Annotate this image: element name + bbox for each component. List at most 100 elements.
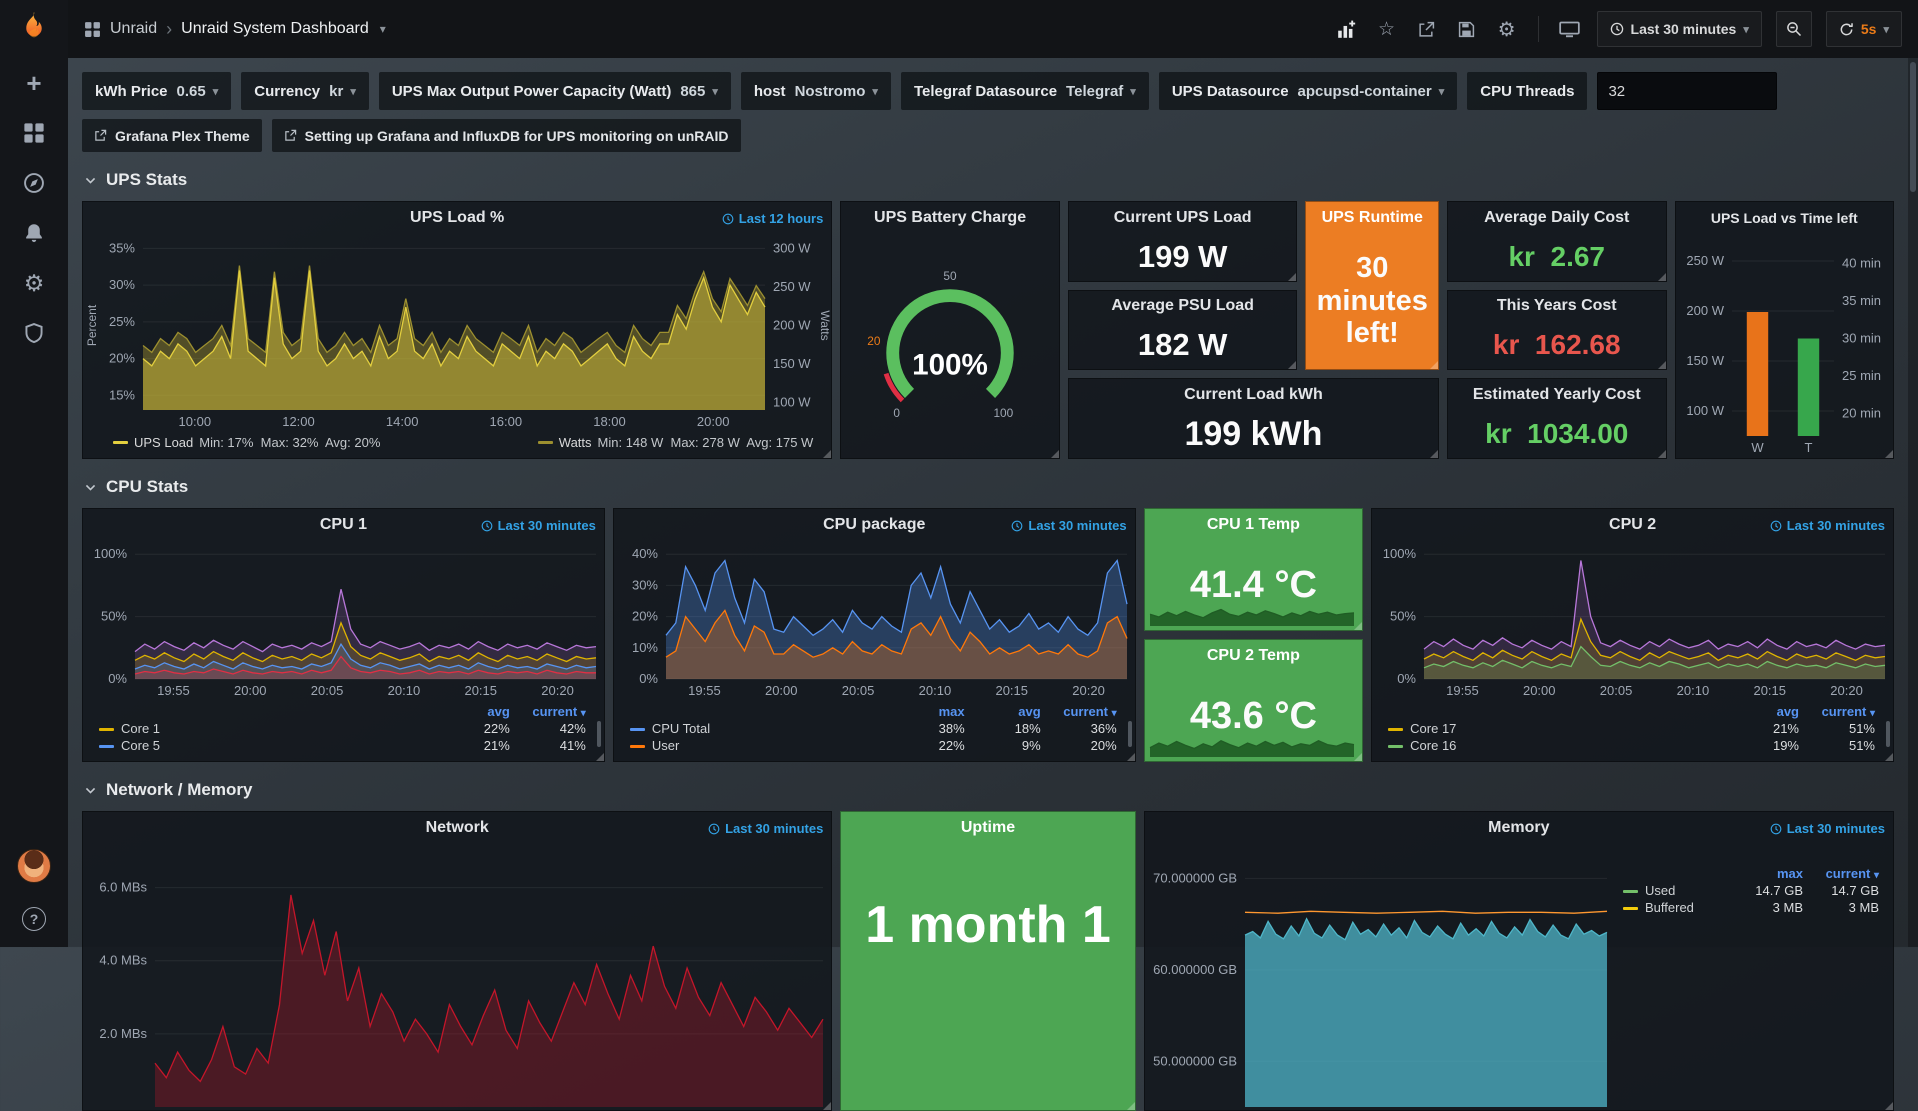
scrollbar-thumb[interactable] <box>1910 62 1916 192</box>
dashboard-settings-button[interactable]: ⚙ <box>1494 16 1520 42</box>
legend-series-toggle[interactable]: Core 1 <box>95 720 438 737</box>
panel-title[interactable]: Uptime <box>961 819 1015 837</box>
panel-title[interactable]: UPS Runtime <box>1322 209 1423 227</box>
panel-title[interactable]: CPU 2 <box>1609 516 1656 534</box>
panel-resize-handle[interactable] <box>1127 1102 1135 1110</box>
variable-value-dropdown[interactable]: kr▾ <box>329 83 356 100</box>
panel-resize-handle[interactable] <box>1051 450 1059 458</box>
panel-time-override[interactable]: Last 30 minutes <box>1770 518 1885 533</box>
panel-title[interactable]: UPS Battery Charge <box>874 209 1026 227</box>
panel-resize-handle[interactable] <box>1658 450 1666 458</box>
panel-resize-handle[interactable] <box>1658 361 1666 369</box>
panel-resize-handle[interactable] <box>823 450 831 458</box>
panel-title[interactable]: UPS Load vs Time left <box>1711 210 1858 226</box>
panel-title[interactable]: Current Load kWh <box>1184 386 1323 404</box>
panel-title[interactable]: Average Daily Cost <box>1484 209 1629 227</box>
panel-title[interactable]: CPU 1 <box>320 516 367 534</box>
panel-title[interactable]: Current UPS Load <box>1114 209 1252 227</box>
panel-resize-handle[interactable] <box>1354 753 1362 761</box>
legend-series-toggle[interactable]: CPU Total <box>626 720 893 737</box>
panel-title[interactable]: CPU 1 Temp <box>1207 516 1300 534</box>
panel-title[interactable]: UPS Load % <box>410 209 504 227</box>
grafana-logo[interactable] <box>0 0 68 58</box>
legend-series-toggle[interactable]: Core 17 <box>1384 720 1727 737</box>
panel-time-override[interactable]: Last 30 minutes <box>708 821 823 836</box>
cycle-view-button[interactable] <box>1557 16 1583 42</box>
row-header-network-memory[interactable]: Network / Memory <box>84 776 1894 804</box>
memory-chart[interactable]: 50.000000 GB60.000000 GB70.000000 GB <box>1145 843 1615 1110</box>
legend-scrollbar[interactable] <box>1128 721 1132 747</box>
sidebar-user-avatar[interactable] <box>0 841 68 891</box>
sidebar-item-configuration[interactable]: ⚙ <box>0 258 68 308</box>
panel-resize-handle[interactable] <box>823 1102 831 1110</box>
variable-value-dropdown[interactable]: 865▾ <box>680 83 718 100</box>
panel-resize-handle[interactable] <box>1288 273 1296 281</box>
legend-col-current[interactable]: current ▾ <box>1045 703 1121 720</box>
panel-time-override[interactable]: Last 30 minutes <box>1770 821 1885 836</box>
panel-time-override[interactable]: Last 30 minutes <box>481 518 596 533</box>
legend-col-avg[interactable]: avg <box>1727 703 1803 720</box>
panel-resize-handle[interactable] <box>1354 622 1362 630</box>
legend-col-avg[interactable]: avg <box>438 703 514 720</box>
panel-resize-handle[interactable] <box>1658 273 1666 281</box>
page-scrollbar[interactable] <box>1908 58 1918 947</box>
panel-title[interactable]: CPU package <box>823 516 925 534</box>
panel-resize-handle[interactable] <box>1885 753 1893 761</box>
breadcrumb-dashboard-title[interactable]: Unraid System Dashboard <box>181 20 369 38</box>
panel-title[interactable]: Estimated Yearly Cost <box>1473 386 1641 404</box>
cpu2-chart[interactable]: 0%50%100%19:5520:0020:0520:1020:1520:20 <box>1372 540 1893 701</box>
variable-value-dropdown[interactable]: Telegraf▾ <box>1066 83 1136 100</box>
star-button[interactable]: ☆ <box>1374 16 1400 42</box>
sidebar-item-dashboards[interactable] <box>0 108 68 158</box>
row-header-ups-stats[interactable]: UPS Stats <box>84 166 1894 194</box>
panel-resize-handle[interactable] <box>1430 450 1438 458</box>
zoom-out-button[interactable] <box>1776 11 1812 47</box>
dashboard-link-ups-guide[interactable]: Setting up Grafana and InfluxDB for UPS … <box>272 119 741 152</box>
legend-col-current[interactable]: current ▾ <box>1807 865 1883 882</box>
legend-col-current[interactable]: current ▾ <box>1803 703 1879 720</box>
panel-resize-handle[interactable] <box>1885 450 1893 458</box>
legend-series-toggle[interactable]: Buffered <box>1619 899 1731 916</box>
sidebar-item-create[interactable]: + <box>0 58 68 108</box>
variable-value-dropdown[interactable]: 0.65▾ <box>177 83 219 100</box>
ups-bar-chart[interactable]: 100 W150 W200 W250 W20 min25 min30 min35… <box>1676 233 1894 458</box>
legend-col-current[interactable]: current ▾ <box>514 703 590 720</box>
legend-col-avg[interactable]: avg <box>969 703 1045 720</box>
variable-value-dropdown[interactable]: apcupsd-container▾ <box>1298 83 1445 100</box>
row-header-cpu-stats[interactable]: CPU Stats <box>84 473 1894 501</box>
time-range-picker[interactable]: Last 30 minutes ▾ <box>1597 11 1762 47</box>
sidebar-item-alerting[interactable] <box>0 208 68 258</box>
dashboard-link-plex-theme[interactable]: Grafana Plex Theme <box>82 119 262 152</box>
share-button[interactable] <box>1414 16 1440 42</box>
panel-title[interactable]: Average PSU Load <box>1111 297 1254 315</box>
legend-col-max[interactable]: max <box>1731 865 1807 882</box>
legend-series-toggle[interactable]: Watts Min: 148 W Max: 278 W Avg: 175 W <box>538 435 814 450</box>
breadcrumb-section[interactable]: Unraid <box>110 20 157 38</box>
cpu1-chart[interactable]: 0%50%100%19:5520:0020:0520:1020:1520:20 <box>83 540 604 701</box>
panel-time-override[interactable]: Last 12 hours <box>722 211 824 226</box>
legend-series-toggle[interactable]: Core 16 <box>1384 737 1727 754</box>
legend-series-toggle[interactable]: Core 5 <box>95 737 438 754</box>
panel-resize-handle[interactable] <box>1127 753 1135 761</box>
legend-scrollbar[interactable] <box>1886 721 1890 747</box>
panel-title[interactable]: CPU 2 Temp <box>1207 647 1300 665</box>
caret-down-icon[interactable]: ▾ <box>380 22 386 36</box>
ups-load-chart[interactable]: 15%20%25%30%35%100 W150 W200 W250 W300 W… <box>83 233 831 432</box>
cpu-package-chart[interactable]: 0%10%20%30%40%19:5520:0020:0520:1020:152… <box>614 540 1135 701</box>
sidebar-item-explore[interactable] <box>0 158 68 208</box>
panel-resize-handle[interactable] <box>1885 1102 1893 1110</box>
variable-value-dropdown[interactable]: Nostromo▾ <box>795 83 878 100</box>
legend-col-max[interactable]: max <box>893 703 969 720</box>
panel-title[interactable]: Memory <box>1488 819 1549 837</box>
panel-title[interactable]: This Years Cost <box>1497 297 1617 315</box>
legend-series-toggle[interactable]: UPS Load Min: 17% Max: 32% Avg: 20% <box>113 435 380 450</box>
sidebar-item-server-admin[interactable] <box>0 308 68 358</box>
panel-resize-handle[interactable] <box>1288 361 1296 369</box>
add-panel-button[interactable] <box>1334 16 1360 42</box>
legend-series-toggle[interactable]: User <box>626 737 893 754</box>
panel-time-override[interactable]: Last 30 minutes <box>1011 518 1126 533</box>
cpu-threads-input[interactable] <box>1597 72 1777 110</box>
panel-title[interactable]: Network <box>426 819 489 837</box>
network-chart[interactable]: 2.0 MBs4.0 MBs6.0 MBs <box>83 843 831 1110</box>
save-button[interactable] <box>1454 16 1480 42</box>
